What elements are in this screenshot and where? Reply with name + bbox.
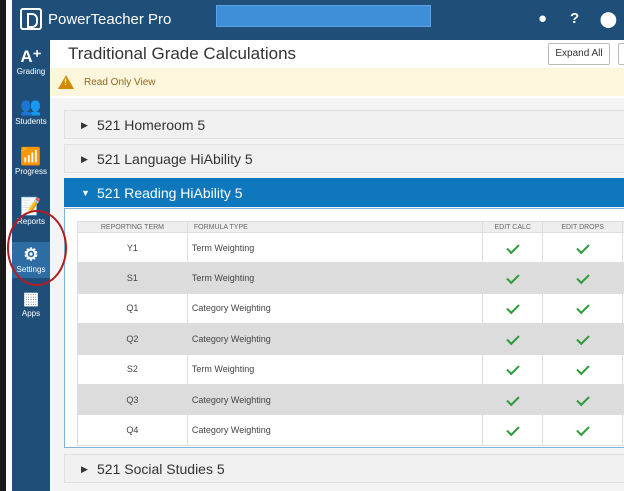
reporting-term-cell: S1	[77, 262, 188, 294]
highlight-circle	[7, 210, 67, 286]
nav-item-apps[interactable]: ▦ Apps	[12, 289, 50, 319]
students-icon: 👥	[20, 97, 42, 116]
table-row: Q1 Category Weighting	[77, 292, 624, 325]
check-icon	[506, 392, 520, 406]
edit-calc-cell[interactable]	[482, 383, 544, 416]
check-icon	[506, 331, 520, 346]
check-icon	[506, 240, 520, 254]
nav-item-progress[interactable]: 📶 Progress	[12, 147, 50, 177]
nav-item-grading[interactable]: A⁺ Grading	[12, 47, 50, 77]
progress-icon: 📶	[20, 147, 42, 166]
table-row: Q3 Category Weighting	[77, 383, 624, 416]
check-icon	[506, 301, 520, 315]
edit-calc-cell[interactable]	[482, 353, 544, 385]
table-row: S2 Term Weighting	[77, 353, 624, 385]
alert-text: Read Only View	[84, 77, 156, 88]
nav-item-students[interactable]: 👥 Students	[12, 97, 50, 127]
grading-icon: A⁺	[20, 47, 42, 66]
edit-drops-cell[interactable]	[542, 262, 624, 294]
reporting-term-cell: Y1	[77, 231, 188, 264]
section-title: 521 Social Studies 5	[97, 461, 225, 477]
edit-drops-cell[interactable]	[542, 383, 624, 416]
table-row: S1 Term Weighting	[77, 262, 624, 294]
collapse-arrow-icon: ▼	[81, 188, 90, 198]
nav-item-label: Grading	[16, 67, 46, 76]
calculation-table: REPORTING TERM FORMULA TYPE EDIT CALC ED…	[77, 221, 624, 446]
reporting-term-cell: S2	[77, 353, 188, 385]
check-icon	[575, 270, 590, 285]
expand-arrow-icon: ▶	[81, 154, 88, 164]
top-bar: PowerTeacher Pro ● ? ⬤	[12, 0, 624, 40]
powerschool-logo-icon	[20, 8, 42, 30]
formula-type-cell: Category Weighting	[186, 292, 484, 325]
edit-drops-cell[interactable]	[542, 353, 624, 385]
formula-type-cell: Category Weighting	[186, 414, 484, 446]
check-icon	[575, 362, 590, 376]
table-row: Q4 Category Weighting	[77, 414, 624, 446]
edit-drops-cell[interactable]	[542, 414, 624, 446]
table-row: Y1 Term Weighting	[77, 231, 624, 264]
edit-calc-cell[interactable]	[482, 231, 544, 264]
expand-arrow-icon: ▶	[81, 120, 88, 130]
check-icon	[575, 240, 590, 254]
expand-all-button[interactable]: Expand All	[548, 43, 610, 65]
nav-item-label: Students	[15, 117, 47, 126]
help-icon[interactable]: ?	[570, 10, 579, 27]
formula-type-cell: Term Weighting	[186, 262, 484, 294]
edit-calc-cell[interactable]	[482, 262, 544, 294]
check-icon	[575, 392, 590, 406]
toolbar-button[interactable]	[618, 43, 624, 65]
edit-drops-cell[interactable]	[542, 323, 624, 355]
calculation-table-panel: REPORTING TERM FORMULA TYPE EDIT CALC ED…	[64, 208, 624, 448]
edit-calc-cell[interactable]	[482, 323, 544, 355]
app-title: PowerTeacher Pro	[48, 11, 172, 28]
section-language[interactable]: ▶ 521 Language HiAbility 5	[64, 144, 624, 173]
formula-type-cell: Category Weighting	[186, 383, 484, 416]
read-only-alert: Read Only View	[50, 68, 624, 96]
column-header: EDIT CALC	[482, 221, 544, 233]
search-bar[interactable]	[216, 5, 431, 27]
reporting-term-cell: Q4	[77, 414, 188, 446]
user-icon[interactable]: ⬤	[600, 10, 617, 28]
formula-type-cell: Term Weighting	[186, 353, 484, 385]
check-icon	[506, 362, 520, 376]
edit-calc-cell[interactable]	[482, 414, 544, 446]
column-header: REPORTING TERM	[77, 221, 188, 233]
section-title: 521 Homeroom 5	[97, 117, 206, 133]
section-homeroom[interactable]: ▶ 521 Homeroom 5	[64, 110, 624, 139]
reporting-term-cell: Q2	[77, 323, 188, 355]
apps-icon: ▦	[22, 289, 40, 308]
bell-icon[interactable]: ●	[538, 10, 547, 27]
section-reading[interactable]: ▼ 521 Reading HiAbility 5	[64, 178, 624, 207]
formula-type-cell: Term Weighting	[186, 231, 484, 264]
main-content: Traditional Grade Calculations Expand Al…	[50, 40, 624, 491]
check-icon	[575, 422, 590, 437]
nav-item-label: Progress	[14, 167, 47, 176]
page-title: Traditional Grade Calculations	[68, 44, 297, 63]
table-row: Q2 Category Weighting	[77, 323, 624, 355]
check-icon	[575, 301, 590, 315]
warning-icon	[58, 75, 74, 89]
reporting-term-cell: Q1	[77, 292, 188, 325]
section-title: 521 Reading HiAbility 5	[97, 185, 243, 201]
check-icon	[506, 270, 520, 285]
edit-drops-cell[interactable]	[542, 292, 624, 325]
nav-item-label: Apps	[21, 309, 41, 318]
column-header: EDIT DROPS	[542, 221, 624, 233]
expand-arrow-icon: ▶	[81, 464, 88, 474]
check-icon	[575, 331, 590, 346]
reporting-term-cell: Q3	[77, 383, 188, 416]
edit-calc-cell[interactable]	[482, 292, 544, 325]
check-icon	[506, 422, 520, 437]
formula-type-cell: Category Weighting	[186, 323, 484, 355]
column-header: FORMULA TYPE	[186, 221, 484, 233]
section-title: 521 Language HiAbility 5	[97, 151, 253, 167]
section-social-studies[interactable]: ▶ 521 Social Studies 5	[64, 454, 624, 483]
app-window: PowerTeacher Pro ● ? ⬤ A⁺ Grading 👥 Stud…	[0, 0, 624, 491]
edit-drops-cell[interactable]	[542, 231, 624, 264]
